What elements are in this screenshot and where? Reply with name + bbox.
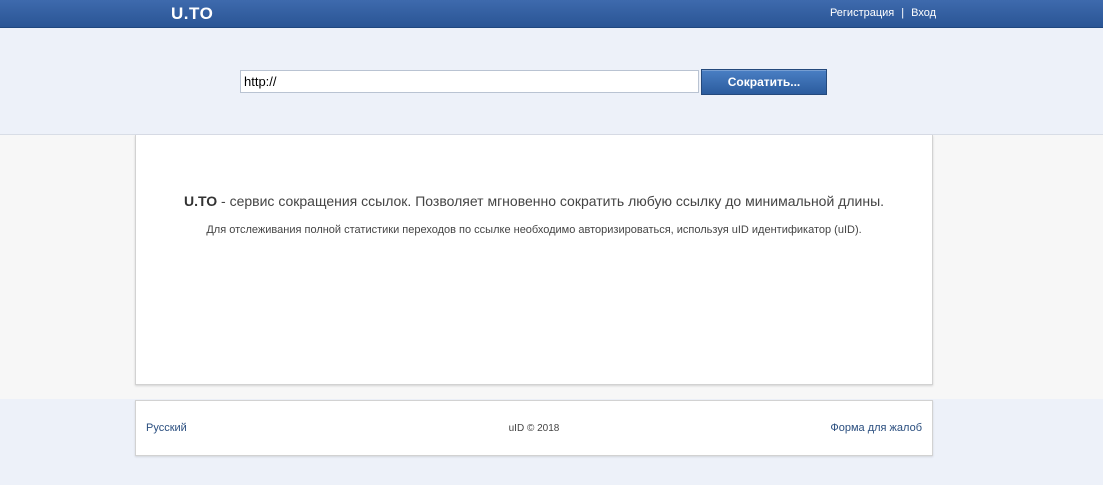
auth-separator: |: [901, 7, 905, 19]
url-input[interactable]: [240, 70, 699, 93]
register-link[interactable]: Регистрация: [830, 7, 894, 19]
complaint-form-link[interactable]: Форма для жалоб: [830, 422, 922, 434]
shorten-button[interactable]: Сократить...: [701, 69, 827, 95]
auth-note: Для отслеживания полной статистики перех…: [206, 224, 862, 236]
service-description: U.TO - сервис сокращения ссылок. Позволя…: [136, 193, 932, 209]
site-logo[interactable]: U.TO: [171, 4, 213, 24]
top-bar: U.TO Регистрация | Вход: [0, 0, 1103, 28]
description-text: - сервис сокращения ссылок. Позволяет мг…: [221, 193, 885, 209]
shortener-panel: Сократить...: [0, 28, 1103, 135]
content-box: U.TO - сервис сокращения ссылок. Позволя…: [135, 135, 933, 385]
login-link[interactable]: Вход: [911, 7, 936, 19]
auth-links: Регистрация | Вход: [830, 7, 936, 19]
brand-name: U.TO: [183, 193, 218, 209]
footer: Русский uID © 2018 Форма для жалоб: [135, 400, 933, 456]
copyright-text: uID © 2018: [508, 423, 560, 434]
